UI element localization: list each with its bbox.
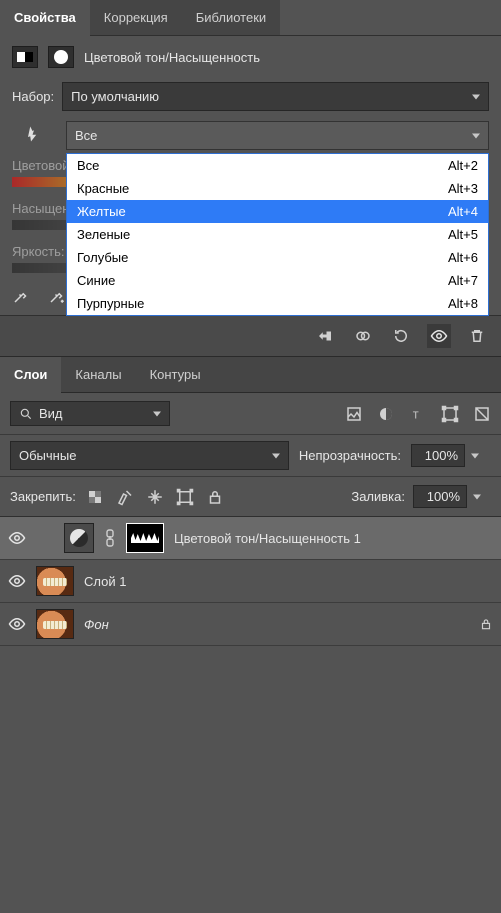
tab-libraries[interactable]: Библиотеки <box>182 0 280 35</box>
tab-properties[interactable]: Свойства <box>0 0 90 35</box>
channel-item-label: Желтые <box>77 204 126 219</box>
layer-filter-select[interactable]: Вид <box>10 401 170 426</box>
filter-type-icons: T <box>345 405 491 423</box>
link-icon[interactable] <box>104 529 116 547</box>
fill-label: Заливка: <box>351 489 405 504</box>
fill-input[interactable]: 100% <box>413 485 467 508</box>
lock-label: Закрепить: <box>10 489 76 504</box>
preset-label: Набор: <box>12 89 54 104</box>
lock-row: Закрепить: Заливка: 100% <box>0 476 501 516</box>
channel-item-cyan[interactable]: Голубые Alt+6 <box>67 246 488 269</box>
layer-mask-icon[interactable] <box>48 46 74 68</box>
targeted-adjust-icon[interactable] <box>12 121 56 150</box>
adjustment-title: Цветовой тон/Насыщенность <box>84 50 260 65</box>
properties-tabbar: Свойства Коррекция Библиотеки <box>0 0 501 36</box>
channel-item-blue[interactable]: Синие Alt+7 <box>67 269 488 292</box>
hue-sat-thumb-icon <box>70 529 88 547</box>
lock-pixels-icon[interactable] <box>116 488 134 506</box>
filter-adjustment-icon[interactable] <box>377 405 395 423</box>
hue-sat-icon[interactable] <box>12 46 38 68</box>
channel-menu: Все Alt+2 Красные Alt+3 Желтые Alt+4 Зелены… <box>66 153 489 316</box>
lock-position-icon[interactable] <box>146 488 164 506</box>
filter-pixel-icon[interactable] <box>345 405 363 423</box>
preset-select[interactable]: По умолчанию <box>62 82 489 111</box>
layer-thumb[interactable] <box>36 566 74 596</box>
tab-channels[interactable]: Каналы <box>61 357 135 392</box>
channel-item-shortcut: Alt+4 <box>448 204 478 219</box>
lock-icons <box>86 488 224 506</box>
preset-value: По умолчанию <box>71 89 159 104</box>
opacity-label: Непрозрачность: <box>299 448 401 463</box>
opacity-input[interactable]: 100% <box>411 444 465 467</box>
channel-select[interactable]: Все <box>66 121 489 150</box>
layer-row-adjustment[interactable]: Цветовой тон/Насыщенность 1 <box>0 517 501 560</box>
lock-all-icon[interactable] <box>206 488 224 506</box>
channel-item-label: Зеленые <box>77 227 130 242</box>
layer-row[interactable]: Слой 1 <box>0 560 501 603</box>
eyedropper-icon[interactable] <box>12 287 30 305</box>
channel-item-label: Все <box>77 158 99 173</box>
channel-item-shortcut: Alt+3 <box>448 181 478 196</box>
channel-item-label: Синие <box>77 273 115 288</box>
eyedropper-add-icon[interactable] <box>48 287 66 305</box>
svg-text:T: T <box>413 410 419 421</box>
adjustment-header: Цветовой тон/Насыщенность <box>12 46 489 68</box>
channel-item-shortcut: Alt+6 <box>448 250 478 265</box>
channel-item-shortcut: Alt+5 <box>448 227 478 242</box>
channel-item-shortcut: Alt+7 <box>448 273 478 288</box>
view-previous-state-icon[interactable] <box>351 324 375 348</box>
visibility-toggle[interactable] <box>8 615 26 633</box>
properties-footer <box>0 315 501 356</box>
channel-item-all[interactable]: Все Alt+2 <box>67 154 488 177</box>
properties-panel: Цветовой тон/Насыщенность Набор: По умол… <box>0 36 501 315</box>
clip-to-layer-icon[interactable] <box>313 324 337 348</box>
layer-name[interactable]: Слой 1 <box>84 574 126 589</box>
blend-mode-select[interactable]: Обычные <box>10 441 289 470</box>
channel-item-shortcut: Alt+2 <box>448 158 478 173</box>
search-icon <box>19 407 33 421</box>
tab-paths[interactable]: Контуры <box>136 357 215 392</box>
blend-mode-value: Обычные <box>19 448 76 463</box>
layer-row-background[interactable]: Фон <box>0 603 501 646</box>
lock-artboard-icon[interactable] <box>176 488 194 506</box>
layer-name[interactable]: Фон <box>84 617 109 632</box>
channel-row: Все ВсеAlt+2 КрасныеAlt+3 ЖелтыеAlt+4 Зе… <box>12 121 489 150</box>
channel-dropdown: Все ВсеAlt+2 КрасныеAlt+3 ЖелтыеAlt+4 Зе… <box>66 121 489 150</box>
channel-selected-value: Все <box>75 128 97 143</box>
visibility-toggle[interactable] <box>8 529 26 547</box>
adjustment-thumb[interactable] <box>64 523 94 553</box>
blend-mode-row: Обычные Непрозрачность: 100% <box>0 434 501 476</box>
channel-item-red[interactable]: Красные Alt+3 <box>67 177 488 200</box>
layer-thumb[interactable] <box>36 609 74 639</box>
toggle-visibility-icon[interactable] <box>427 324 451 348</box>
channel-item-magenta[interactable]: Пурпурные Alt+8 <box>67 292 488 315</box>
layers-tabbar: Слои Каналы Контуры <box>0 356 501 393</box>
mask-thumb[interactable] <box>126 523 164 553</box>
channel-item-shortcut: Alt+8 <box>448 296 478 311</box>
lock-indicator-icon[interactable] <box>479 617 493 631</box>
filter-type-icon[interactable]: T <box>409 405 427 423</box>
visibility-toggle[interactable] <box>8 572 26 590</box>
filter-shape-icon[interactable] <box>441 405 459 423</box>
channel-item-label: Пурпурные <box>77 296 144 311</box>
channel-item-label: Голубые <box>77 250 128 265</box>
layers-toolbar: Вид T <box>0 393 501 434</box>
trash-icon[interactable] <box>465 324 489 348</box>
channel-item-yellow[interactable]: Желтые Alt+4 <box>67 200 488 223</box>
filter-smart-icon[interactable] <box>473 405 491 423</box>
tab-layers[interactable]: Слои <box>0 357 61 392</box>
preset-row: Набор: По умолчанию <box>12 82 489 111</box>
layer-list: Цветовой тон/Насыщенность 1 Слой 1 Фон <box>0 516 501 646</box>
channel-item-green[interactable]: Зеленые Alt+5 <box>67 223 488 246</box>
layer-filter-label: Вид <box>39 406 63 421</box>
reset-icon[interactable] <box>389 324 413 348</box>
tab-adjustments[interactable]: Коррекция <box>90 0 182 35</box>
lock-transparency-icon[interactable] <box>86 488 104 506</box>
layer-name[interactable]: Цветовой тон/Насыщенность 1 <box>174 531 361 546</box>
channel-item-label: Красные <box>77 181 129 196</box>
